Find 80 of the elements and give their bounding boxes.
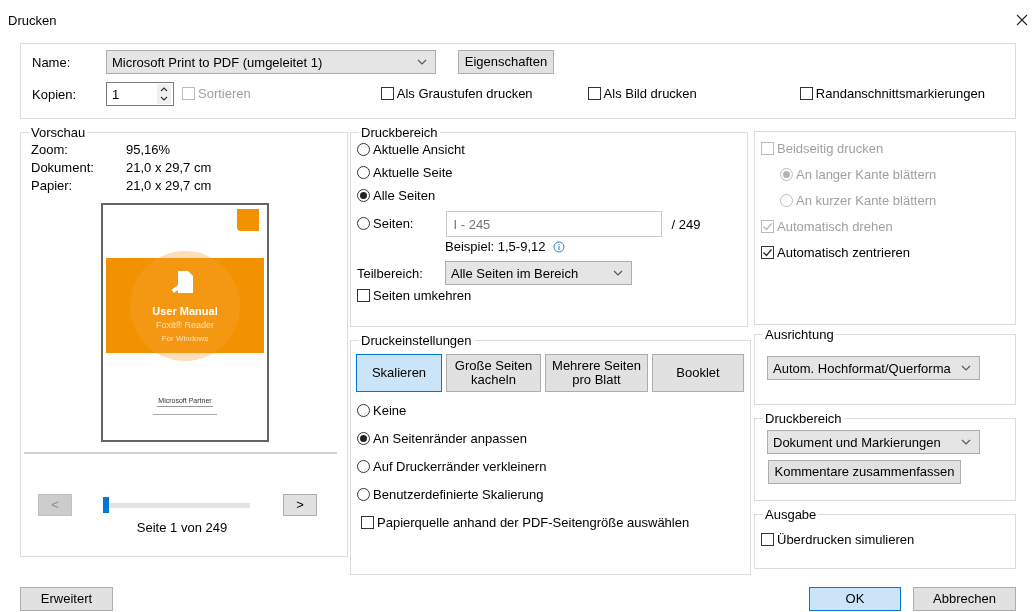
- checkbox[interactable]: Als Bild drucken: [587, 85, 697, 101]
- group-title: Druckeinstellungen: [360, 333, 473, 348]
- field-label: Name:: [32, 54, 72, 70]
- radio-icon[interactable]: [357, 404, 370, 417]
- checkbox-icon[interactable]: [799, 86, 813, 100]
- radio-icon[interactable]: [357, 432, 370, 445]
- close-icon[interactable]: [1016, 14, 1028, 26]
- radio-icon[interactable]: [357, 143, 370, 156]
- slider-thumb[interactable]: [103, 496, 109, 513]
- ok-button[interactable]: OK: [809, 587, 901, 611]
- caret-icon: [961, 365, 971, 371]
- info-value: 21,0 x 29,7 cm: [126, 160, 213, 175]
- checkbox-icon[interactable]: [380, 86, 394, 100]
- document-logo-icon: [171, 271, 193, 293]
- example-hint: Beispiel: 1,5-9,12: [445, 239, 546, 254]
- next-page-button[interactable]: >: [283, 494, 317, 516]
- group-title: Vorschau: [30, 125, 87, 140]
- caret-icon: [613, 270, 623, 276]
- page-total: / 249: [671, 216, 701, 232]
- info-label: Dokument:: [31, 160, 95, 175]
- cover-platform: For Windows: [161, 334, 209, 343]
- checkbox[interactable]: Randanschnittsmarkierungen: [799, 85, 985, 101]
- orientation-dropdown[interactable]: Autom. Hochformat/Querforma: [767, 356, 980, 380]
- radio-button[interactable]: Aktuelle Ansicht: [357, 142, 465, 157]
- mode-tab[interactable]: Skalieren: [356, 354, 442, 392]
- info-value: 95,16%: [126, 142, 172, 157]
- checkbox-icon[interactable]: [587, 86, 601, 100]
- radio-button[interactable]: Auf Druckerränder verkleinern: [357, 459, 547, 474]
- radio-icon[interactable]: [357, 166, 370, 179]
- spinner-icon[interactable]: [157, 84, 171, 104]
- checkbox-icon[interactable]: [761, 246, 774, 259]
- checkbox[interactable]: Papierquelle anhand der PDF-Seitengröße auswählen: [361, 515, 690, 530]
- cover-subtitle: Foxit® Reader: [155, 320, 215, 330]
- pages-field[interactable]: I - 245: [446, 211, 663, 237]
- checkbox[interactable]: Seiten umkehren: [357, 288, 472, 303]
- copies-field[interactable]: 1: [106, 82, 174, 106]
- group-title: Druckbereich: [360, 125, 439, 140]
- mode-tab[interactable]: Mehrere Seiten pro Blatt: [545, 354, 648, 392]
- info-label: Zoom:: [31, 142, 69, 157]
- info-value: 21,0 x 29,7 cm: [126, 178, 213, 193]
- field-label: Kopien:: [32, 86, 78, 102]
- advanced-button[interactable]: Erweitert: [20, 587, 113, 611]
- checkbox-icon[interactable]: [361, 516, 374, 529]
- group-title: Ausrichtung: [764, 327, 835, 342]
- radio-icon[interactable]: [357, 488, 370, 501]
- field-label: Teilbereich:: [357, 265, 424, 281]
- caret-icon: [961, 439, 971, 445]
- properties-button[interactable]: Eigenschaften: [458, 50, 554, 74]
- radio-icon[interactable]: [357, 460, 370, 473]
- checkbox[interactable]: Als Graustufen drucken: [380, 85, 533, 101]
- checkbox[interactable]: Überdrucken simulieren: [761, 532, 915, 547]
- page-indicator: Seite 1 von 249: [135, 520, 229, 535]
- info-icon: [553, 240, 566, 253]
- group-title: Ausgabe: [764, 507, 818, 522]
- mode-tab[interactable]: Booklet: [652, 354, 744, 392]
- summarize-comments-button[interactable]: Kommentare zusammenfassen: [768, 460, 961, 484]
- radio-button[interactable]: Alle Seiten: [357, 188, 436, 203]
- radio-icon[interactable]: [357, 216, 370, 230]
- checkbox-icon[interactable]: [761, 533, 774, 546]
- cancel-button[interactable]: Abbrechen: [913, 587, 1016, 611]
- group-title: Druckbereich: [764, 411, 843, 426]
- info-label: Papier:: [31, 178, 74, 193]
- checkbox[interactable]: Automatisch zentrieren: [761, 245, 910, 260]
- page-corner-drawing: [237, 209, 259, 231]
- caret-icon: [417, 59, 427, 65]
- subset-dropdown[interactable]: Alle Seiten im Bereich: [445, 261, 632, 285]
- radio-button[interactable]: Benutzerdefinierte Skalierung: [357, 487, 544, 502]
- radio-button[interactable]: Aktuelle Seite: [357, 165, 453, 180]
- window-title: Drucken: [8, 12, 57, 28]
- field-value: 1: [112, 86, 120, 102]
- radio-button[interactable]: Seiten:: [357, 215, 414, 231]
- radio-button[interactable]: Keine: [357, 403, 407, 418]
- checkbox-icon[interactable]: [357, 289, 370, 302]
- fine-print-drawing: [153, 406, 217, 415]
- radio-icon[interactable]: [357, 189, 370, 202]
- cover-title: User Manual: [152, 305, 218, 317]
- mode-tab[interactable]: Große Seiten kacheln: [446, 354, 541, 392]
- printer-dropdown[interactable]: Microsoft Print to PDF (umgeleitet 1): [106, 50, 436, 74]
- radio-button[interactable]: An Seitenränder anpassen: [357, 431, 527, 446]
- comments-dropdown[interactable]: Dokument und Markierungen: [767, 430, 980, 454]
